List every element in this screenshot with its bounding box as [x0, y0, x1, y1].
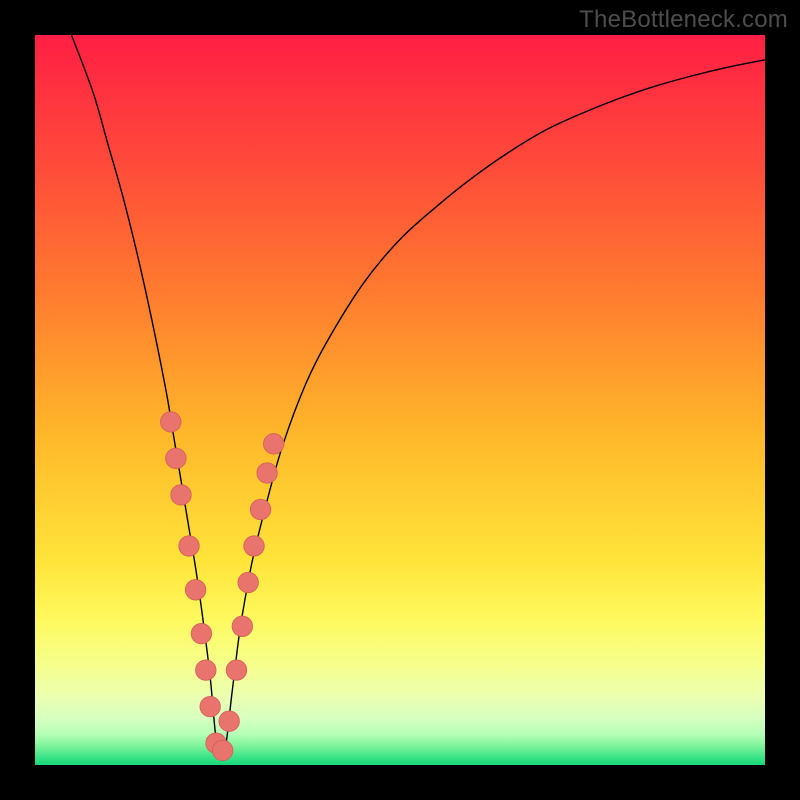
curve-marker: [257, 463, 277, 483]
marker-group: [161, 412, 284, 761]
curve-marker: [185, 580, 205, 600]
plot-area: [35, 35, 765, 765]
outer-frame: TheBottleneck.com: [0, 0, 800, 800]
curve-marker: [232, 616, 252, 636]
curve-marker: [161, 412, 181, 432]
curve-marker: [238, 572, 258, 592]
curve-marker: [179, 536, 199, 556]
curve-marker: [196, 660, 216, 680]
chart-svg: [35, 35, 765, 765]
curve-marker: [212, 740, 232, 760]
curve-marker: [171, 485, 191, 505]
watermark-text: TheBottleneck.com: [579, 6, 788, 34]
bottleneck-curve: [72, 35, 766, 759]
curve-marker: [226, 660, 246, 680]
curve-marker: [166, 448, 186, 468]
curve-marker: [250, 499, 270, 519]
curve-marker: [191, 623, 211, 643]
curve-marker: [244, 536, 264, 556]
curve-marker: [219, 711, 239, 731]
curve-marker: [200, 696, 220, 716]
curve-marker: [263, 434, 283, 454]
